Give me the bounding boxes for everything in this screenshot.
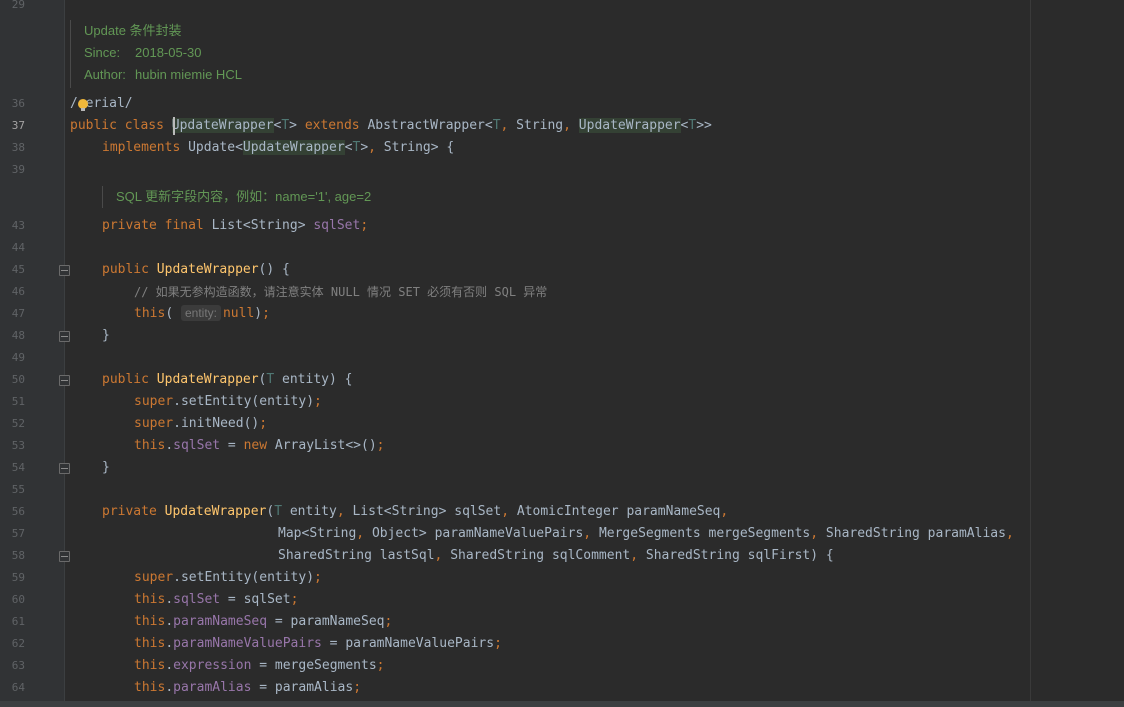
code-line-39: 39: [0, 159, 1124, 181]
doc-since-label: Since:: [84, 45, 121, 60]
code-line-51: 51 super.setEntity(entity);: [0, 391, 1124, 413]
code-text[interactable]: }: [102, 325, 110, 347]
doc-summary: Update 条件封装: [84, 23, 182, 38]
line-number: 44: [11, 241, 25, 254]
code-text[interactable]: super.setEntity(entity);: [134, 567, 322, 589]
code-text[interactable]: this.sqlSet = new ArrayList<>();: [134, 435, 385, 457]
class-doc-comment[interactable]: Update 条件封装 Since: 2018-05-30 Author: hu…: [70, 20, 271, 88]
code-text[interactable]: this.paramNameSeq = paramNameSeq;: [134, 611, 392, 633]
code-line-55: 55: [0, 479, 1124, 501]
line-number: 47: [11, 307, 25, 320]
code-text[interactable]: public UpdateWrapper(T entity) {: [102, 369, 352, 391]
line-number: 64: [11, 681, 25, 694]
line-number: 48: [11, 329, 25, 342]
code-text[interactable]: private final List<String> sqlSet;: [102, 215, 368, 237]
line-number: 43: [11, 219, 25, 232]
line-number: 52: [11, 417, 25, 430]
code-line-50: 50 public UpdateWrapper(T entity) {: [0, 369, 1124, 391]
line-number: 39: [11, 163, 25, 176]
code-text[interactable]: implements Update<UpdateWrapper<T>, Stri…: [102, 137, 454, 159]
text-cursor: [173, 117, 175, 135]
line-number: 54: [11, 461, 25, 474]
field-doc-comment[interactable]: SQL 更新字段内容，例如：name='1', age=2: [102, 186, 423, 208]
line-number: 63: [11, 659, 25, 672]
code-line-52: 52 super.initNeed();: [0, 413, 1124, 435]
code-line-60: 60 this.sqlSet = sqlSet;: [0, 589, 1124, 611]
line-number: 45: [11, 263, 25, 276]
doc-since-value: 2018-05-30: [135, 45, 202, 60]
fold-icon[interactable]: [59, 463, 70, 474]
code-line-43: 43 private final List<String> sqlSet;: [0, 215, 1124, 237]
code-text[interactable]: this.paramNameValuePairs = paramNameValu…: [134, 633, 502, 655]
code-line-37: 37 public class UpdateWrapper<T> extends…: [0, 115, 1124, 137]
line-number: 49: [11, 351, 25, 364]
code-line-46: 46 // 如果无参构造函数，请注意实体 NULL 情况 SET 必须有否则 S…: [0, 281, 1124, 303]
code-text[interactable]: this( entity: null);: [134, 303, 270, 325]
line-number: 53: [11, 439, 25, 452]
code-line-36: 36 /serial/: [0, 93, 1124, 115]
code-line-61: 61 this.paramNameSeq = paramNameSeq;: [0, 611, 1124, 633]
code-text[interactable]: public UpdateWrapper() {: [102, 259, 290, 281]
fold-icon[interactable]: [59, 551, 70, 562]
line-number: 46: [11, 285, 25, 298]
line-number: 57: [11, 527, 25, 540]
code-line-45: 45 public UpdateWrapper() {: [0, 259, 1124, 281]
line-number: 37: [11, 119, 25, 132]
line-number: 55: [11, 483, 25, 496]
code-line-53: 53 this.sqlSet = new ArrayList<>();: [0, 435, 1124, 457]
code-text[interactable]: super.setEntity(entity);: [134, 391, 322, 413]
code-line-48: 48 }: [0, 325, 1124, 347]
doc-author-label: Author:: [84, 67, 126, 82]
code-line-47: 47 this( entity: null);: [0, 303, 1124, 325]
code-line-59: 59 super.setEntity(entity);: [0, 567, 1124, 589]
doc-author-value: hubin miemie HCL: [135, 67, 242, 82]
code-editor[interactable]: 29 Update 条件封装 Since: 2018-05-30 Author:…: [0, 0, 1124, 707]
code-text[interactable]: this.sqlSet = sqlSet;: [134, 589, 298, 611]
line-number: 29: [11, 0, 25, 11]
line-number: 36: [11, 97, 25, 110]
code-line-38: 38 implements Update<UpdateWrapper<T>, S…: [0, 137, 1124, 159]
line-number: 62: [11, 637, 25, 650]
line-number: 60: [11, 593, 25, 606]
fold-icon[interactable]: [59, 265, 70, 276]
fold-icon[interactable]: [59, 375, 70, 386]
code-line-49: 49: [0, 347, 1124, 369]
code-line-58: 58 SharedString lastSql, SharedString sq…: [0, 545, 1124, 567]
code-text[interactable]: Map<String, Object> paramNameValuePairs,…: [278, 523, 1014, 545]
code-line-56: 56 private UpdateWrapper(T entity, List<…: [0, 501, 1124, 523]
code-text[interactable]: private UpdateWrapper(T entity, List<Str…: [102, 501, 728, 523]
code-line-63: 63 this.expression = mergeSegments;: [0, 655, 1124, 677]
code-line-62: 62 this.paramNameValuePairs = paramNameV…: [0, 633, 1124, 655]
code-text[interactable]: super.initNeed();: [134, 413, 267, 435]
horizontal-scrollbar[interactable]: [0, 701, 1124, 707]
code-text[interactable]: this.paramAlias = paramAlias;: [134, 677, 361, 699]
code-line-57: 57 Map<String, Object> paramNameValuePai…: [0, 523, 1124, 545]
code-line-44: 44: [0, 237, 1124, 259]
code-text[interactable]: SharedString lastSql, SharedString sqlCo…: [278, 545, 834, 567]
line-number: 50: [11, 373, 25, 386]
code-line-29: 29: [0, 0, 1124, 16]
line-number: 59: [11, 571, 25, 584]
line-number: 56: [11, 505, 25, 518]
line-number: 61: [11, 615, 25, 628]
line-number: 58: [11, 549, 25, 562]
code-text[interactable]: }: [102, 457, 110, 479]
code-comment[interactable]: // 如果无参构造函数，请注意实体 NULL 情况 SET 必须有否则 SQL …: [134, 281, 547, 303]
fold-icon[interactable]: [59, 331, 70, 342]
code-line-54: 54 }: [0, 457, 1124, 479]
lightbulb-icon[interactable]: [78, 99, 88, 111]
code-text[interactable]: this.expression = mergeSegments;: [134, 655, 384, 677]
doc-summary: SQL 更新字段内容，例如：name='1', age=2: [116, 189, 372, 204]
code-text[interactable]: public class UpdateWrapper<T> extends Ab…: [70, 115, 712, 137]
parameter-hint: entity:: [180, 305, 221, 321]
line-number: 51: [11, 395, 25, 408]
line-number: 38: [11, 141, 25, 154]
code-line-64: 64 this.paramAlias = paramAlias;: [0, 677, 1124, 699]
